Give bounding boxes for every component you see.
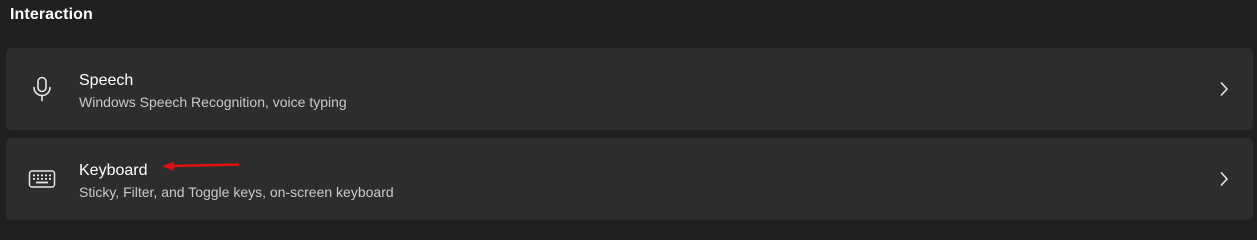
keyboard-subtitle: Sticky, Filter, and Toggle keys, on-scre… <box>79 184 394 200</box>
speech-title: Speech <box>79 72 134 89</box>
chevron-right-icon <box>1217 171 1231 187</box>
chevron-right-icon <box>1217 81 1231 97</box>
keyboard-icon <box>27 164 57 194</box>
keyboard-settings-card[interactable]: Keyboard Sticky, Filter, and Toggle keys… <box>6 138 1253 220</box>
section-title: Interaction <box>10 6 93 23</box>
microphone-icon <box>27 74 57 104</box>
annotation-arrow <box>162 161 240 171</box>
speech-settings-card[interactable]: Speech Windows Speech Recognition, voice… <box>6 48 1253 130</box>
speech-text: Speech Windows Speech Recognition, voice… <box>79 72 347 111</box>
speech-subtitle: Windows Speech Recognition, voice typing <box>79 94 347 110</box>
